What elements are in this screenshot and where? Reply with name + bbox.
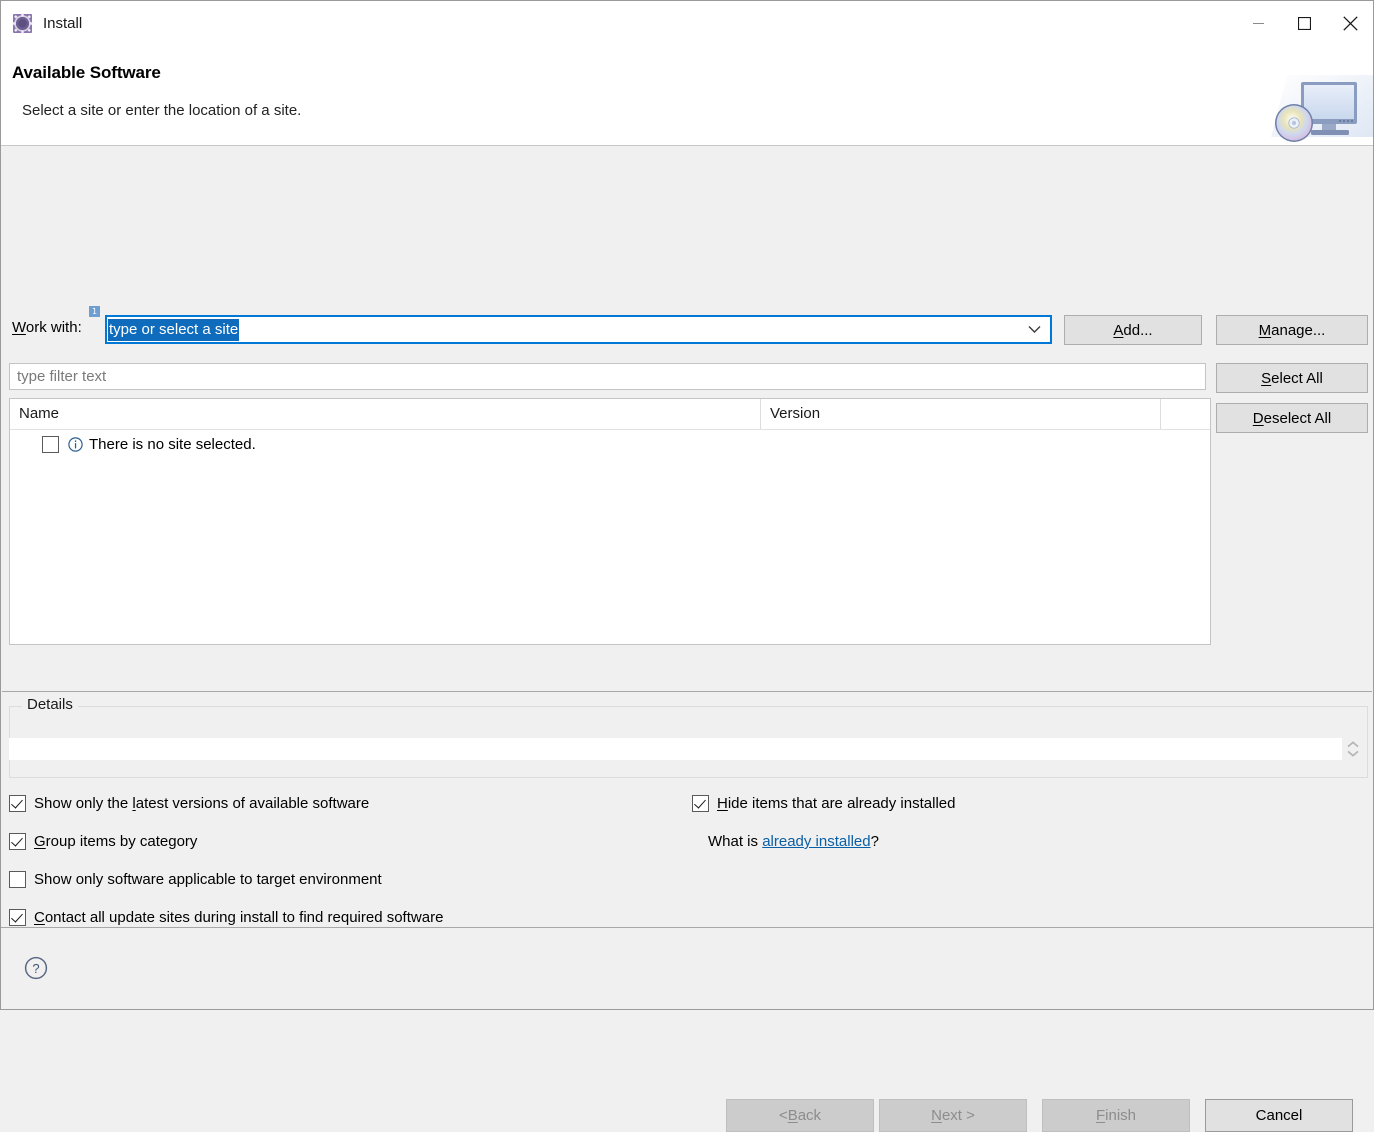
checkbox-box[interactable] (692, 795, 709, 812)
what-is-already-installed: What is already installed? (708, 833, 879, 850)
row-checkbox[interactable] (42, 436, 59, 453)
work-with-mnemonic: W (12, 319, 26, 336)
window-controls (1235, 1, 1373, 45)
available-software-table[interactable]: Name Version There is no site selected. (9, 398, 1211, 645)
cancel-button[interactable]: Cancel (1205, 1099, 1353, 1132)
add-mnemonic: A (1113, 322, 1123, 339)
help-button[interactable]: ? (24, 956, 48, 980)
checkbox-show-latest-versions[interactable]: Show only the latest versions of availab… (9, 795, 369, 812)
what-is-prefix: What is (708, 833, 762, 850)
dialog-footer: ? (1, 927, 1373, 1009)
next-button[interactable]: Next > (879, 1099, 1027, 1132)
deselect-all-label: eselect All (1264, 410, 1332, 427)
back-mnemonic: B (788, 1107, 798, 1124)
deselect-all-button[interactable]: Deselect All (1216, 403, 1368, 433)
column-header-spacer (1160, 399, 1210, 429)
already-installed-link[interactable]: already installed (762, 833, 870, 850)
checkbox-box[interactable] (9, 795, 26, 812)
page-title: Available Software (12, 63, 161, 83)
filter-placeholder: type filter text (17, 368, 106, 385)
install-dialog: Install Available Software Select a site… (0, 0, 1374, 1010)
checkbox-label: Contact all update sites during install … (34, 909, 443, 926)
details-group-legend: Details (22, 696, 78, 713)
checkbox-label: Hide items that are already installed (717, 795, 955, 812)
label-mnemonic: C (34, 909, 45, 926)
details-scroll-spinner[interactable] (1346, 736, 1360, 762)
next-mnemonic: N (931, 1107, 942, 1124)
label-after: roup items by category (46, 833, 198, 850)
checkbox-hide-already-installed[interactable]: Hide items that are already installed (692, 795, 955, 812)
add-site-button[interactable]: Add... (1064, 315, 1202, 345)
finish-button[interactable]: Finish (1042, 1099, 1190, 1132)
checkbox-label: Show only the latest versions of availab… (34, 795, 369, 812)
work-with-label-rest: ork with: (26, 319, 82, 336)
select-all-button[interactable]: Select All (1216, 363, 1368, 393)
next-label: ext > (942, 1107, 975, 1124)
wizard-header: Available Software Select a site or ente… (1, 45, 1373, 146)
minimize-button[interactable] (1235, 1, 1281, 45)
checkbox-box[interactable] (9, 833, 26, 850)
maximize-icon (1298, 17, 1311, 30)
chevron-down-icon[interactable] (1024, 317, 1044, 342)
checkbox-contact-all-update-sites[interactable]: Contact all update sites during install … (9, 909, 443, 926)
monitor-with-disc-icon (1263, 75, 1373, 145)
question-circle-icon: ? (24, 956, 48, 980)
finish-mnemonic: F (1096, 1107, 1105, 1124)
title-bar: Install (1, 1, 1373, 45)
checkbox-show-applicable-to-target[interactable]: Show only software applicable to target … (9, 871, 382, 888)
details-text-area[interactable] (9, 738, 1342, 760)
checkbox-box[interactable] (9, 909, 26, 926)
manage-sites-button[interactable]: Manage... (1216, 315, 1368, 345)
label-after: ontact all update sites during install t… (45, 909, 444, 926)
checkbox-label: Show only software applicable to target … (34, 871, 382, 888)
back-prefix: < (779, 1107, 788, 1124)
dialog-body: Work with: 1 type or select a site Add..… (1, 146, 1373, 1009)
install-gear-icon (12, 13, 33, 34)
checkbox-label: Group items by category (34, 833, 197, 850)
table-row[interactable]: There is no site selected. (10, 430, 1210, 458)
column-header-version[interactable]: Version (760, 399, 1160, 429)
minimize-icon (1253, 18, 1264, 29)
label-after: atest versions of available software (136, 795, 369, 812)
column-header-name[interactable]: Name (10, 399, 760, 429)
finish-label: inish (1105, 1107, 1136, 1124)
work-with-label: Work with: (12, 319, 82, 336)
back-label: ack (798, 1107, 821, 1124)
select-all-label: elect All (1271, 370, 1323, 387)
add-label: dd... (1123, 322, 1152, 339)
manage-label: anage... (1271, 322, 1325, 339)
label-mnemonic: H (717, 795, 728, 812)
manage-mnemonic: M (1259, 322, 1272, 339)
back-button[interactable]: < Back (726, 1099, 874, 1132)
select-all-mnemonic: S (1261, 370, 1271, 387)
label-before: Show only the (34, 795, 132, 812)
info-circle-icon (68, 437, 83, 452)
work-with-input-value[interactable]: type or select a site (108, 319, 239, 341)
page-subtitle: Select a site or enter the location of a… (22, 102, 301, 119)
svg-text:?: ? (32, 961, 39, 976)
chevron-down-icon (1347, 750, 1359, 757)
label-after: Show only software applicable to target … (34, 871, 382, 888)
checkbox-group-items-by-category[interactable]: Group items by category (9, 833, 197, 850)
table-header-row: Name Version (10, 399, 1210, 430)
label-mnemonic: G (34, 833, 46, 850)
maximize-button[interactable] (1281, 1, 1327, 45)
checkbox-box[interactable] (9, 871, 26, 888)
label-after: ide items that are already installed (728, 795, 956, 812)
work-with-combo[interactable]: type or select a site (105, 315, 1052, 344)
filter-input[interactable]: type filter text (9, 363, 1206, 390)
content-assist-badge: 1 (89, 306, 100, 317)
chevron-up-icon (1347, 741, 1359, 748)
what-is-suffix: ? (871, 833, 879, 850)
section-divider (2, 691, 1372, 692)
row-name-label: There is no site selected. (89, 436, 256, 453)
deselect-all-mnemonic: D (1253, 410, 1264, 427)
close-icon (1343, 16, 1358, 31)
window-title: Install (43, 15, 82, 32)
close-button[interactable] (1327, 1, 1373, 45)
